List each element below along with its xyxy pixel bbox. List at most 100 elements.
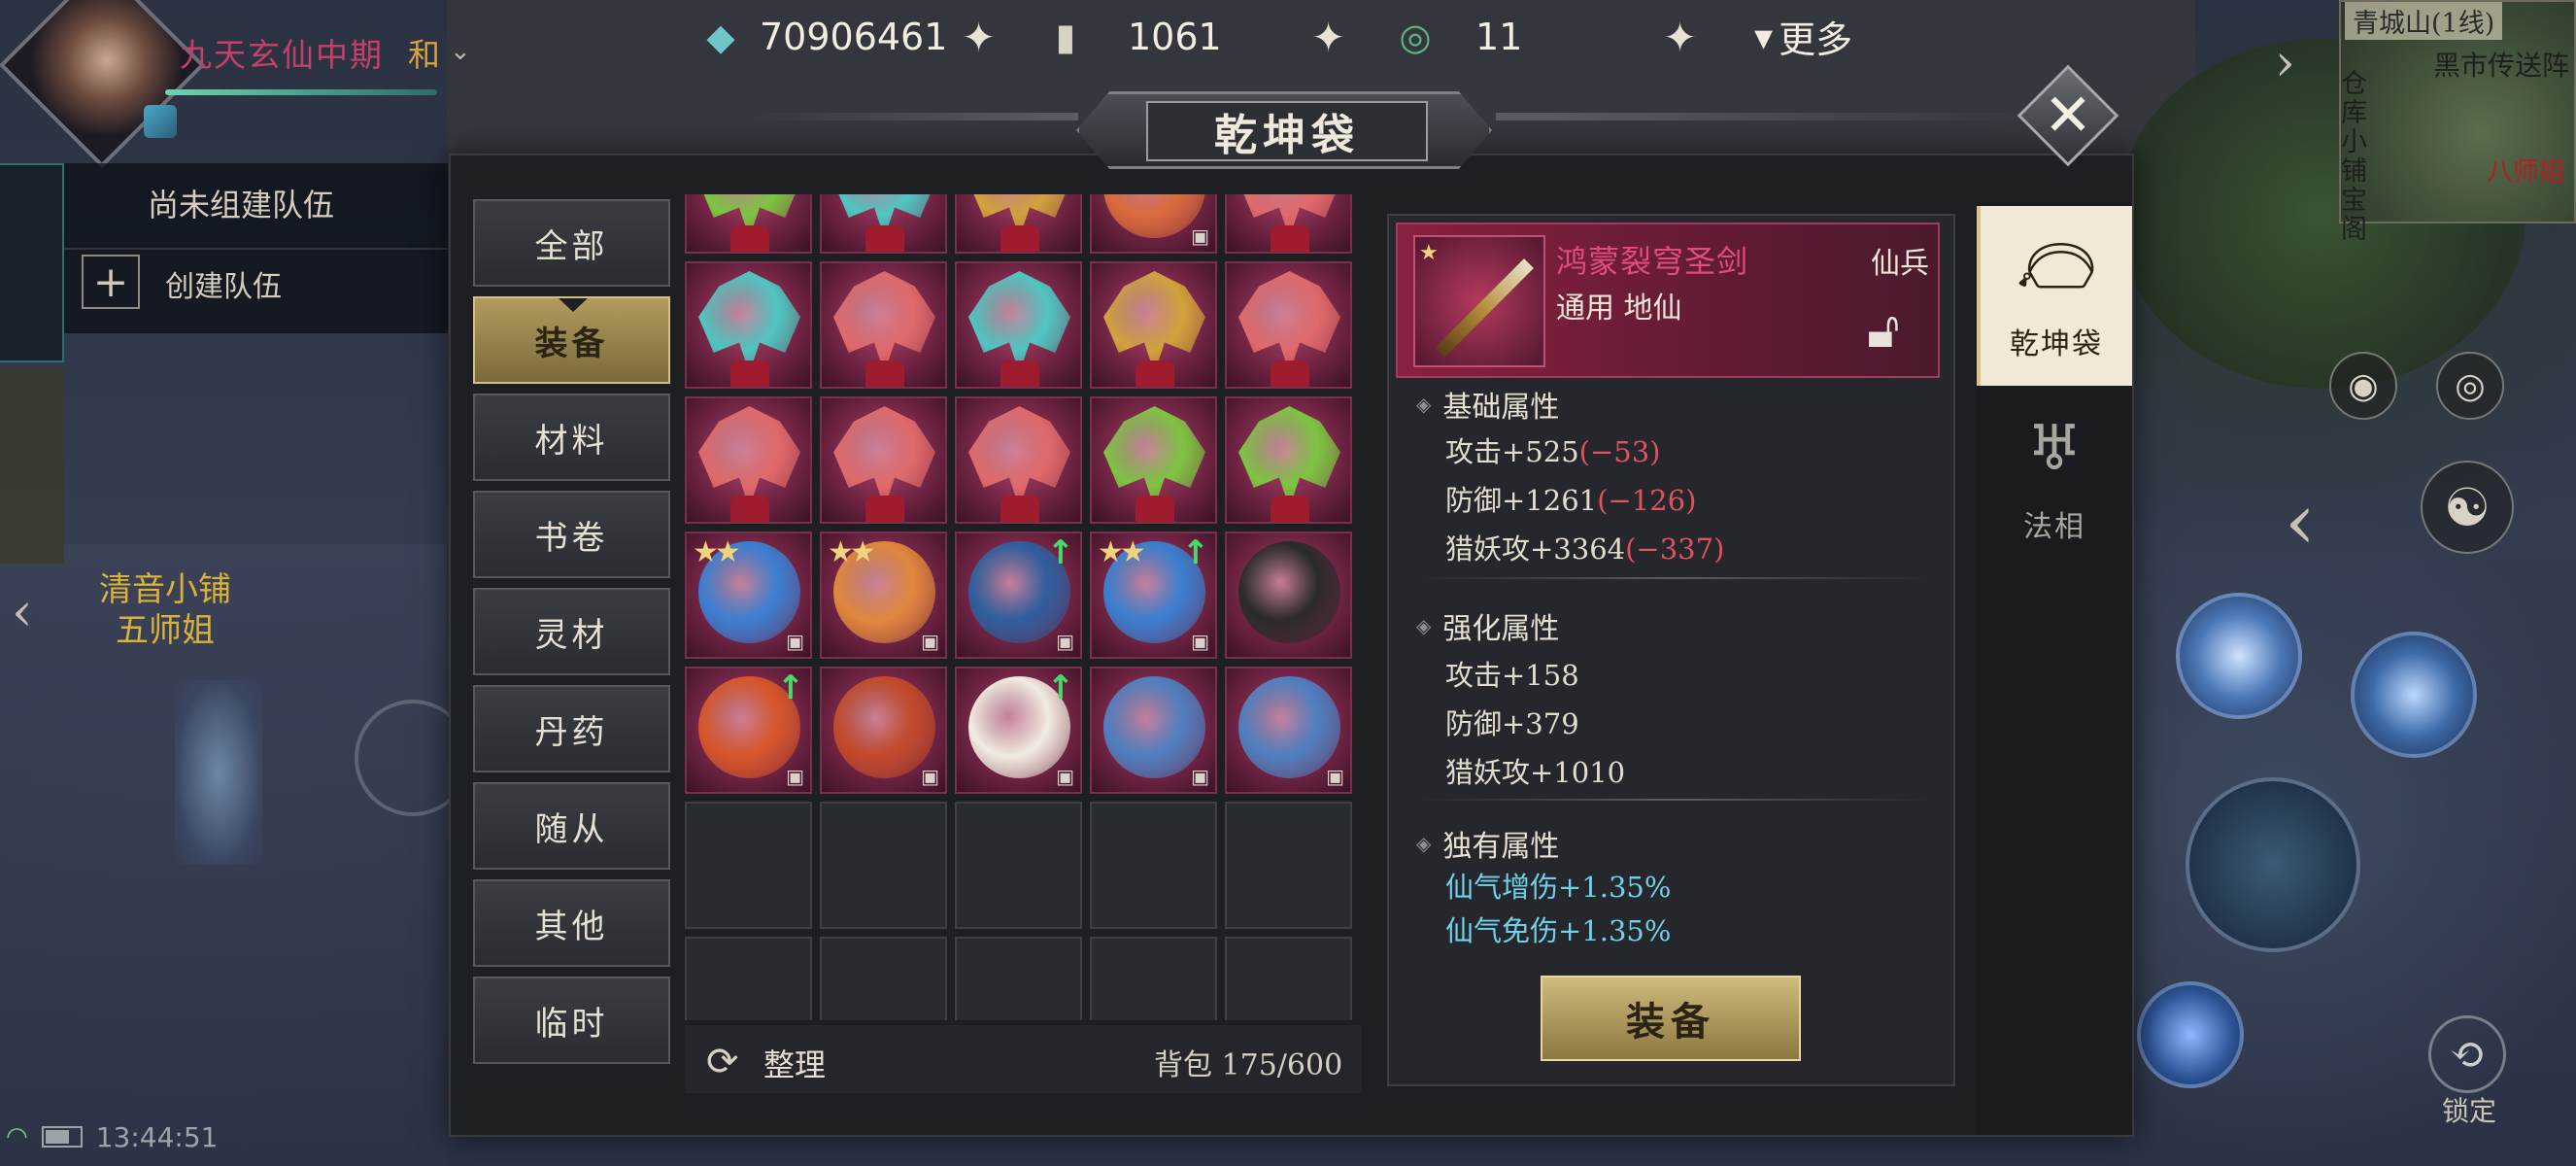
item-slot[interactable]: ★★ ▣	[685, 532, 812, 659]
section-label: 强化属性	[1442, 612, 1560, 646]
plus-icon[interactable]: +	[82, 255, 140, 309]
section-title-enhance: 强化属性	[1416, 604, 1559, 647]
empty-slot[interactable]	[1225, 937, 1352, 1020]
item-slot[interactable]	[820, 261, 947, 389]
npc-shop-label[interactable]: 清音小铺 五师姐	[99, 569, 231, 651]
base-attr-defense: 防御+1261(−126)	[1445, 478, 1696, 519]
add-jade-ring-button[interactable]: ✦	[1663, 14, 1697, 61]
green-dragon-icon	[1238, 406, 1340, 508]
tab-dharma[interactable]: ♅ 法相	[1977, 389, 2132, 568]
tab-pouch[interactable]: 👝︎ 乾坤袋	[1977, 206, 2132, 386]
lock-icon: ▣	[1056, 765, 1074, 788]
skill-button-2[interactable]	[2351, 632, 2477, 758]
item-slot[interactable]	[1090, 396, 1217, 524]
spiral-skill-icon[interactable]: ◎	[2436, 352, 2504, 420]
quest-side-tab[interactable]	[0, 163, 64, 362]
tab-temporary[interactable]: 临时	[473, 977, 670, 1064]
empty-slot[interactable]	[955, 937, 1082, 1020]
tab-books[interactable]: 书卷	[473, 491, 670, 578]
item-slot[interactable]	[1225, 396, 1352, 524]
item-slot[interactable]: ▣	[1225, 667, 1352, 794]
skill-button-3[interactable]	[2137, 981, 2244, 1088]
tab-pills[interactable]: 丹药	[473, 685, 670, 772]
item-slot[interactable]: ↑ ▣	[955, 532, 1082, 659]
experience-bar	[165, 89, 437, 95]
equip-button[interactable]: 装备	[1541, 976, 1801, 1061]
item-slot[interactable]: ▣	[1090, 667, 1217, 794]
target-lock-icon[interactable]: ⟲	[2428, 1015, 2506, 1093]
buff-badge-icon[interactable]	[144, 105, 177, 138]
item-slot[interactable]: ▣	[820, 667, 947, 794]
item-slot[interactable]: ↑ ▣	[685, 667, 812, 794]
tab-other[interactable]: 其他	[473, 879, 670, 967]
empty-slot[interactable]	[1225, 802, 1352, 929]
item-slot[interactable]	[685, 396, 812, 524]
item-slot[interactable]	[955, 396, 1082, 524]
section-label: 基础属性	[1442, 391, 1560, 425]
empty-slot[interactable]	[685, 802, 812, 929]
npc-figure[interactable]	[175, 680, 262, 865]
unlock-icon[interactable]: 🔓︎	[1867, 301, 1900, 360]
map-location-labels: 仓库小铺宝阁	[2341, 69, 2367, 245]
item-slot[interactable]: ★★ ▣	[820, 532, 947, 659]
refresh-icon[interactable]: ⟳	[706, 1040, 739, 1084]
tab-equipment[interactable]: 装备	[473, 296, 670, 384]
empty-slot[interactable]	[955, 802, 1082, 929]
upgrade-arrow-icon: ↑	[1046, 533, 1075, 572]
flag-side-tab[interactable]	[0, 369, 64, 564]
divider	[1418, 577, 1933, 579]
empty-slot[interactable]	[1090, 802, 1217, 929]
team-status-text: 尚未组建队伍	[148, 187, 335, 223]
title-ornament	[748, 113, 1078, 120]
create-team-button[interactable]: 创建队伍	[165, 262, 282, 305]
empty-slot[interactable]	[685, 937, 812, 1020]
more-menu-button[interactable]: ▾ 更多	[1754, 10, 1852, 63]
bag-capacity: 背包 175/600	[1154, 1048, 1343, 1082]
item-slot[interactable]: ↑ ▣	[955, 667, 1082, 794]
sort-button[interactable]: 整理	[763, 1041, 826, 1085]
item-slot[interactable]	[820, 396, 947, 524]
chevron-down-icon[interactable]: ⌄	[450, 37, 471, 66]
red-scroll-icon	[833, 676, 935, 778]
item-slot[interactable]: ★★ ↑ ▣	[1090, 532, 1217, 659]
item-slot[interactable]	[685, 261, 812, 389]
pedestal	[1135, 360, 1174, 387]
star-icon: ★★	[1098, 535, 1146, 569]
item-slot[interactable]	[1225, 261, 1352, 389]
section-title-unique: 独有属性	[1416, 822, 1559, 865]
tab-spirit-materials[interactable]: 灵材	[473, 588, 670, 675]
red-dragon-icon	[833, 271, 935, 373]
empty-slot[interactable]	[820, 937, 947, 1020]
item-slot[interactable]	[1225, 194, 1352, 254]
tab-all[interactable]: 全部	[473, 199, 670, 287]
enhance-attr-attack: 攻击+158	[1445, 659, 1579, 692]
item-slot[interactable]	[1225, 532, 1352, 659]
item-slot[interactable]	[955, 261, 1082, 389]
item-slot[interactable]	[685, 194, 812, 254]
collapse-skills-icon[interactable]: ‹	[2285, 476, 2316, 566]
expand-menu-icon[interactable]: ›	[2275, 34, 2295, 92]
lock-icon: ▣	[1056, 630, 1074, 653]
red-dragon-icon	[833, 406, 935, 508]
battery-icon	[41, 1126, 83, 1148]
tab-materials[interactable]: 材料	[473, 394, 670, 481]
attack-button[interactable]	[2186, 777, 2360, 952]
collapse-left-icon[interactable]: ‹	[12, 581, 33, 642]
map-server-line: 青城山(1线)	[2345, 2, 2503, 40]
tab-followers[interactable]: 随从	[473, 782, 670, 870]
enhance-attr-hunt: 猎妖攻+1010	[1445, 756, 1626, 789]
divider	[64, 248, 448, 250]
close-icon[interactable]: ✕	[2032, 80, 2104, 152]
pedestal	[730, 360, 769, 387]
item-slot[interactable]	[955, 194, 1082, 254]
empty-slot[interactable]	[820, 802, 947, 929]
skill-button-1[interactable]	[2176, 593, 2302, 719]
add-spirit-stone-button[interactable]: ✦	[962, 14, 996, 61]
empty-slot[interactable]	[1090, 937, 1217, 1020]
pouch-shortcut-icon[interactable]: ◉	[2329, 352, 2397, 420]
yin-yang-icon[interactable]: ☯	[2421, 461, 2514, 554]
item-slot[interactable]	[820, 194, 947, 254]
item-slot[interactable]	[1090, 261, 1217, 389]
add-scroll-token-button[interactable]: ✦	[1311, 14, 1345, 61]
item-slot[interactable]: ▣	[1090, 194, 1217, 254]
